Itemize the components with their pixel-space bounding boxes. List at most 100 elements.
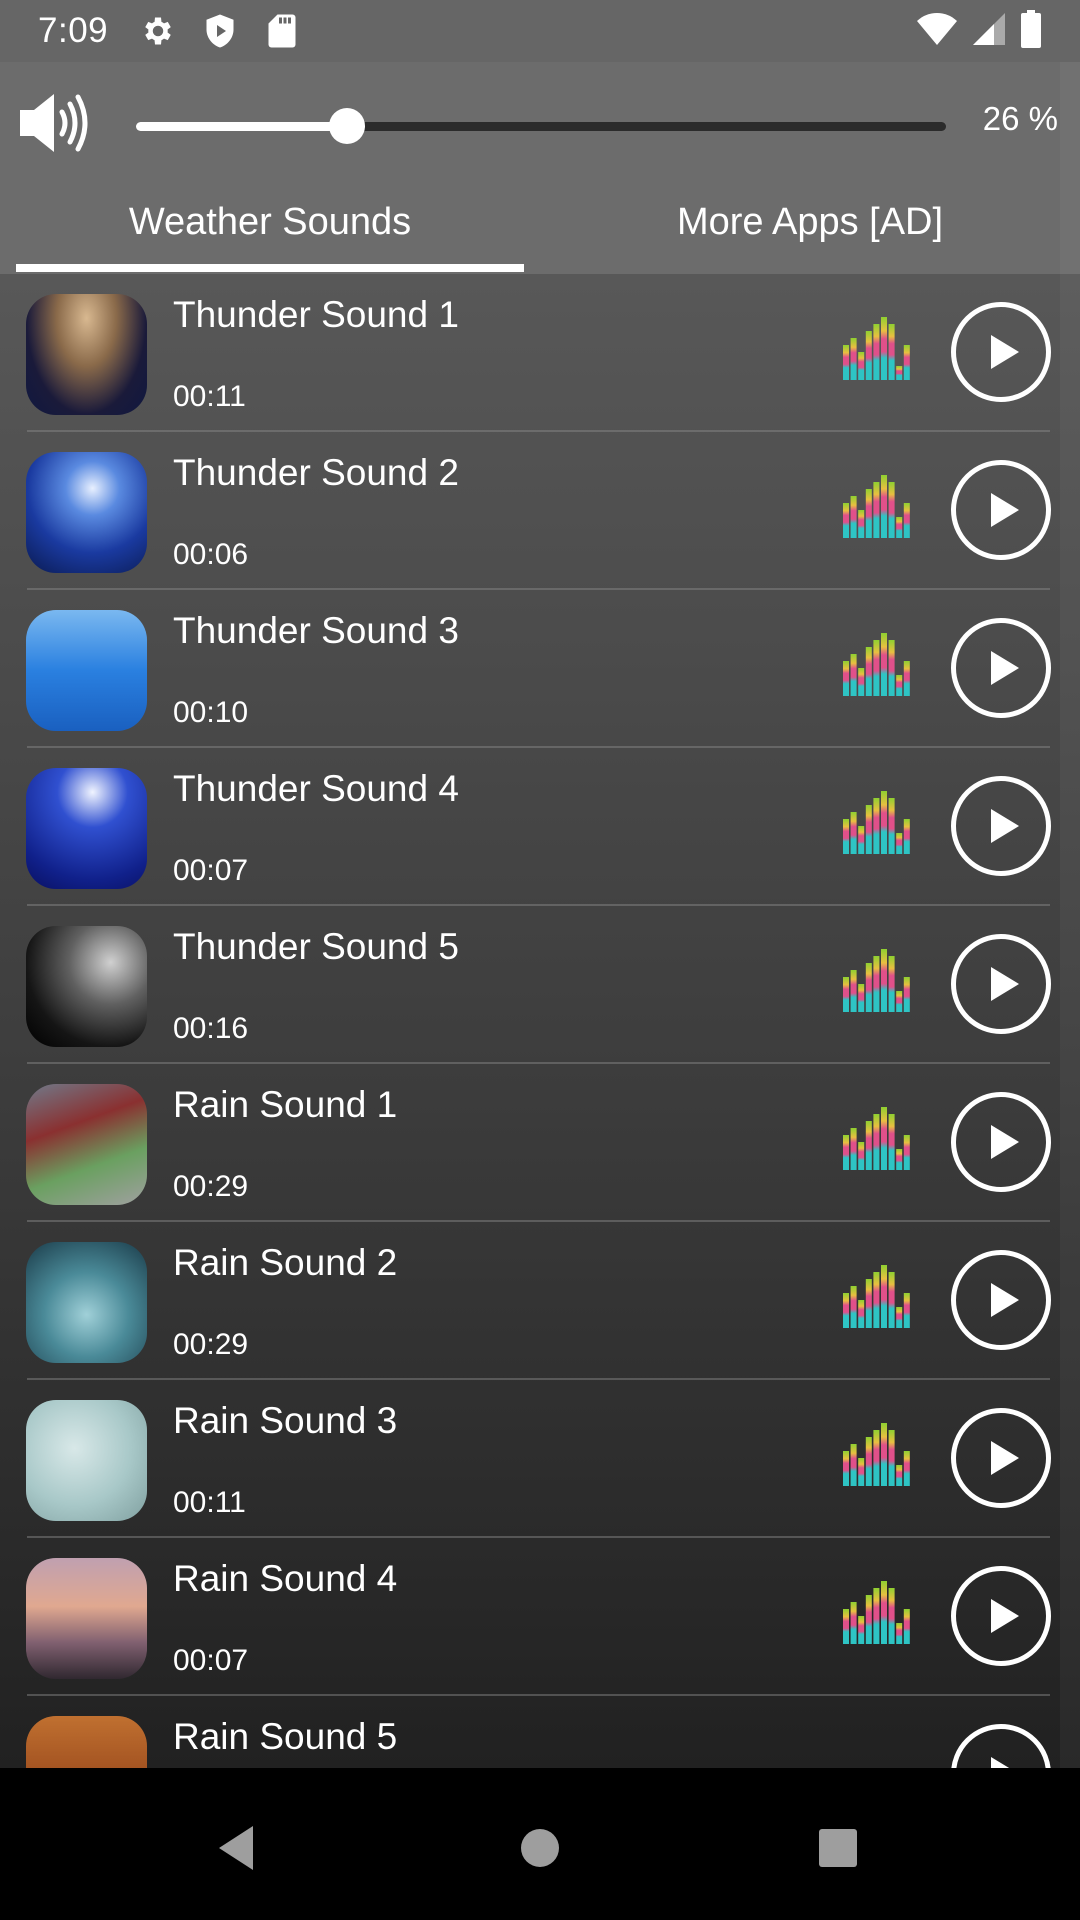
eq-bar — [858, 826, 865, 854]
speaker-volume-icon[interactable] — [18, 92, 94, 154]
play-button[interactable] — [951, 776, 1051, 876]
eq-bar — [858, 668, 865, 696]
play-button[interactable] — [951, 302, 1051, 402]
play-icon — [991, 967, 1019, 1001]
sound-list-item[interactable]: Rain Sound 1 00:29 — [0, 1064, 1080, 1222]
eq-bar — [888, 1272, 895, 1328]
home-button[interactable] — [510, 1818, 570, 1878]
play-button[interactable] — [951, 1092, 1051, 1192]
sound-list-item[interactable]: Thunder Sound 3 00:10 — [0, 590, 1080, 748]
sound-thumbnail — [26, 768, 147, 889]
gear-icon — [138, 11, 178, 51]
eq-bar — [858, 1300, 865, 1328]
eq-bar — [873, 482, 880, 538]
play-icon — [991, 1599, 1019, 1633]
equalizer-icon — [842, 788, 912, 856]
volume-slider[interactable] — [136, 108, 946, 144]
sound-thumbnail — [26, 452, 147, 573]
eq-bar — [850, 812, 857, 854]
eq-bar — [843, 819, 849, 854]
play-icon — [991, 1441, 1019, 1475]
eq-bar — [888, 1588, 895, 1644]
play-button[interactable] — [951, 1724, 1051, 1768]
tab-bar: Weather Sounds More Apps [AD] — [0, 192, 1080, 274]
sound-list-item[interactable]: Rain Sound 3 00:11 — [0, 1380, 1080, 1538]
volume-slider-thumb[interactable] — [328, 108, 365, 144]
shield-play-icon — [200, 11, 240, 51]
play-button[interactable] — [951, 1408, 1051, 1508]
sound-duration: 00:29 — [173, 1170, 249, 1203]
sound-duration: 00:10 — [173, 696, 249, 729]
eq-bar — [888, 956, 895, 1012]
eq-bar — [888, 1430, 895, 1486]
play-button[interactable] — [951, 1566, 1051, 1666]
status-bar: 7:09 — [0, 0, 1080, 62]
sound-thumbnail — [26, 610, 147, 731]
eq-bar — [903, 1609, 910, 1644]
sound-duration: 00:07 — [173, 854, 249, 887]
sound-title: Thunder Sound 5 — [173, 926, 459, 967]
eq-bar — [896, 833, 903, 854]
sound-list-item[interactable]: Thunder Sound 4 00:07 — [0, 748, 1080, 906]
eq-bar — [865, 331, 872, 380]
eq-bar — [865, 1279, 872, 1328]
eq-bar — [888, 640, 895, 696]
eq-bar — [850, 1602, 857, 1644]
eq-bar — [858, 510, 865, 538]
sound-duration: 00:06 — [173, 538, 249, 571]
play-icon — [991, 335, 1019, 369]
sound-title: Rain Sound 5 — [173, 1716, 398, 1757]
eq-bar — [843, 503, 849, 538]
sound-duration: 00:16 — [173, 1012, 249, 1045]
navigation-bar — [0, 1768, 1080, 1920]
eq-bar — [843, 661, 849, 696]
play-icon — [991, 651, 1019, 685]
eq-bar — [873, 1430, 880, 1486]
eq-bar — [843, 977, 849, 1012]
battery-icon — [1020, 9, 1042, 53]
play-button[interactable] — [951, 460, 1051, 560]
sound-list-item[interactable]: Thunder Sound 1 00:11 — [0, 274, 1080, 432]
sound-list-item[interactable]: Rain Sound 2 00:29 — [0, 1222, 1080, 1380]
eq-bar — [865, 1437, 872, 1486]
eq-bar — [888, 1114, 895, 1170]
sound-duration: 00:11 — [173, 380, 246, 413]
play-icon — [991, 1283, 1019, 1317]
recents-button[interactable] — [808, 1818, 868, 1878]
sound-list-item[interactable]: Rain Sound 5 — [0, 1696, 1080, 1768]
play-icon — [991, 1125, 1019, 1159]
eq-bar — [881, 791, 887, 854]
sound-thumbnail — [26, 294, 147, 415]
play-button[interactable] — [951, 1250, 1051, 1350]
tab-more-apps[interactable]: More Apps [AD] — [540, 192, 1080, 274]
sound-list-item[interactable]: Thunder Sound 2 00:06 — [0, 432, 1080, 590]
eq-bar — [888, 324, 895, 380]
sound-list-item[interactable]: Rain Sound 4 00:07 — [0, 1538, 1080, 1696]
eq-bar — [903, 661, 910, 696]
sd-card-icon — [262, 11, 302, 51]
eq-bar — [850, 1286, 857, 1328]
sound-title: Thunder Sound 2 — [173, 452, 459, 493]
eq-bar — [873, 324, 880, 380]
header: 26 % Weather Sounds More Apps [AD] — [0, 62, 1080, 274]
eq-bar — [896, 1623, 903, 1644]
eq-bar — [858, 352, 865, 380]
back-icon — [219, 1826, 253, 1870]
tab-weather-sounds[interactable]: Weather Sounds — [0, 192, 540, 274]
sound-list[interactable]: Thunder Sound 1 00:11 Thunder Sound 2 00:06… — [0, 274, 1080, 1768]
eq-bar — [843, 1135, 849, 1170]
play-button[interactable] — [951, 618, 1051, 718]
eq-bar — [888, 798, 895, 854]
equalizer-icon — [842, 630, 912, 698]
sound-list-item[interactable]: Thunder Sound 5 00:16 — [0, 906, 1080, 1064]
eq-bar — [903, 977, 910, 1012]
eq-bar — [865, 1121, 872, 1170]
eq-bar — [865, 963, 872, 1012]
eq-bar — [903, 1451, 910, 1486]
volume-row: 26 % — [0, 62, 1080, 172]
play-button[interactable] — [951, 934, 1051, 1034]
eq-bar — [858, 984, 865, 1012]
eq-bar — [881, 1581, 887, 1644]
play-icon — [991, 809, 1019, 843]
back-button[interactable] — [207, 1818, 267, 1878]
